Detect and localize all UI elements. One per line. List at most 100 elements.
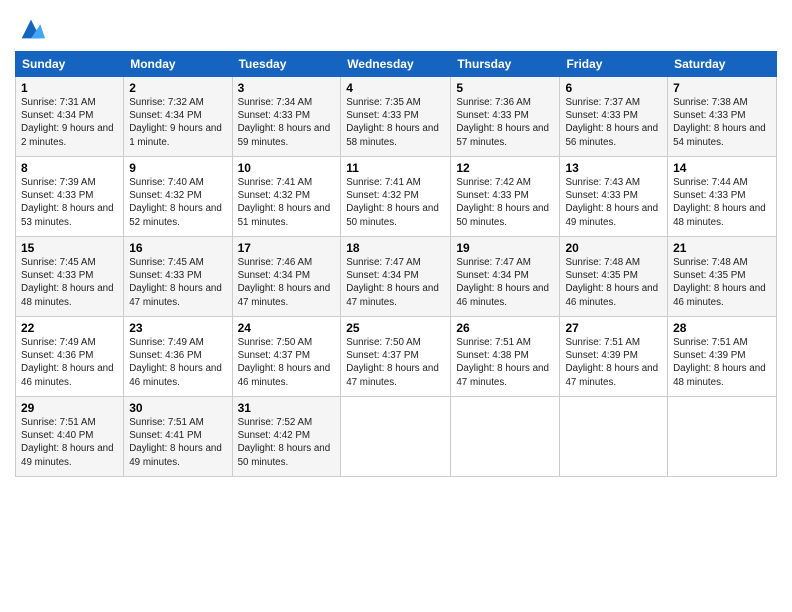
day-info: Sunrise: 7:50 AMSunset: 4:37 PMDaylight:… <box>346 336 445 389</box>
day-number: 21 <box>673 241 771 255</box>
main-container: SundayMondayTuesdayWednesdayThursdayFrid… <box>0 0 792 482</box>
day-number: 19 <box>456 241 554 255</box>
day-cell: 23Sunrise: 7:49 AMSunset: 4:36 PMDayligh… <box>124 317 232 397</box>
day-info: Sunrise: 7:37 AMSunset: 4:33 PMDaylight:… <box>565 96 662 149</box>
day-cell: 14Sunrise: 7:44 AMSunset: 4:33 PMDayligh… <box>668 157 777 237</box>
weekday-tuesday: Tuesday <box>232 52 341 77</box>
day-cell: 3Sunrise: 7:34 AMSunset: 4:33 PMDaylight… <box>232 77 341 157</box>
weekday-wednesday: Wednesday <box>341 52 451 77</box>
day-info: Sunrise: 7:31 AMSunset: 4:34 PMDaylight:… <box>21 96 118 149</box>
day-number: 4 <box>346 81 445 95</box>
day-info: Sunrise: 7:36 AMSunset: 4:33 PMDaylight:… <box>456 96 554 149</box>
day-number: 13 <box>565 161 662 175</box>
day-cell: 1Sunrise: 7:31 AMSunset: 4:34 PMDaylight… <box>16 77 124 157</box>
day-number: 14 <box>673 161 771 175</box>
day-cell: 9Sunrise: 7:40 AMSunset: 4:32 PMDaylight… <box>124 157 232 237</box>
day-info: Sunrise: 7:40 AMSunset: 4:32 PMDaylight:… <box>129 176 226 229</box>
day-info: Sunrise: 7:43 AMSunset: 4:33 PMDaylight:… <box>565 176 662 229</box>
day-cell: 4Sunrise: 7:35 AMSunset: 4:33 PMDaylight… <box>341 77 451 157</box>
day-info: Sunrise: 7:45 AMSunset: 4:33 PMDaylight:… <box>21 256 118 309</box>
day-info: Sunrise: 7:39 AMSunset: 4:33 PMDaylight:… <box>21 176 118 229</box>
day-number: 12 <box>456 161 554 175</box>
day-number: 29 <box>21 401 118 415</box>
day-info: Sunrise: 7:51 AMSunset: 4:39 PMDaylight:… <box>673 336 771 389</box>
day-cell: 26Sunrise: 7:51 AMSunset: 4:38 PMDayligh… <box>451 317 560 397</box>
day-info: Sunrise: 7:47 AMSunset: 4:34 PMDaylight:… <box>456 256 554 309</box>
day-info: Sunrise: 7:47 AMSunset: 4:34 PMDaylight:… <box>346 256 445 309</box>
day-number: 11 <box>346 161 445 175</box>
weekday-sunday: Sunday <box>16 52 124 77</box>
weekday-saturday: Saturday <box>668 52 777 77</box>
weekday-header-row: SundayMondayTuesdayWednesdayThursdayFrid… <box>16 52 777 77</box>
week-row-4: 22 Sunrise: 7:49 AMSunset: 4:36 PMDayligh… <box>16 317 777 397</box>
weekday-thursday: Thursday <box>451 52 560 77</box>
day-cell: 6Sunrise: 7:37 AMSunset: 4:33 PMDaylight… <box>560 77 668 157</box>
day-info: Sunrise: 7:41 AMSunset: 4:32 PMDaylight:… <box>346 176 445 229</box>
day-cell: 2Sunrise: 7:32 AMSunset: 4:34 PMDaylight… <box>124 77 232 157</box>
day-cell: 22Sunrise: 7:49 AMSunset: 4:36 PMDayligh… <box>16 317 124 397</box>
day-info: Sunrise: 7:41 AMSunset: 4:32 PMDaylight:… <box>238 176 336 229</box>
day-number: 27 <box>565 321 662 335</box>
day-cell: 16Sunrise: 7:45 AMSunset: 4:33 PMDayligh… <box>124 237 232 317</box>
day-number: 24 <box>238 321 336 335</box>
day-cell: 5Sunrise: 7:36 AMSunset: 4:33 PMDaylight… <box>451 77 560 157</box>
day-info: Sunrise: 7:44 AMSunset: 4:33 PMDaylight:… <box>673 176 771 229</box>
day-info: Sunrise: 7:50 AMSunset: 4:37 PMDaylight:… <box>238 336 336 389</box>
day-cell: 8Sunrise: 7:39 AMSunset: 4:33 PMDaylight… <box>16 157 124 237</box>
day-cell: 7Sunrise: 7:38 AMSunset: 4:33 PMDaylight… <box>668 77 777 157</box>
day-number: 1 <box>21 81 118 95</box>
day-number: 30 <box>129 401 226 415</box>
day-number: 5 <box>456 81 554 95</box>
day-cell: 12Sunrise: 7:42 AMSunset: 4:33 PMDayligh… <box>451 157 560 237</box>
day-info: Sunrise: 7:49 AMSunset: 4:36 PMDaylight:… <box>129 336 226 389</box>
day-number: 16 <box>129 241 226 255</box>
day-cell: 17Sunrise: 7:46 AMSunset: 4:34 PMDayligh… <box>232 237 341 317</box>
day-number: 9 <box>129 161 226 175</box>
week-row-2: 8Sunrise: 7:39 AMSunset: 4:33 PMDaylight… <box>16 157 777 237</box>
day-cell: 21Sunrise: 7:48 AMSunset: 4:35 PMDayligh… <box>668 237 777 317</box>
day-cell: 30Sunrise: 7:51 AMSunset: 4:41 PMDayligh… <box>124 397 232 477</box>
day-info: Sunrise: 7:38 AMSunset: 4:33 PMDaylight:… <box>673 96 771 149</box>
day-number: 31 <box>238 401 336 415</box>
logo <box>15 15 45 43</box>
day-cell: 19Sunrise: 7:47 AMSunset: 4:34 PMDayligh… <box>451 237 560 317</box>
week-row-3: 15Sunrise: 7:45 AMSunset: 4:33 PMDayligh… <box>16 237 777 317</box>
day-number: 25 <box>346 321 445 335</box>
day-cell <box>560 397 668 477</box>
day-cell: 15Sunrise: 7:45 AMSunset: 4:33 PMDayligh… <box>16 237 124 317</box>
day-info: Sunrise: 7:48 AMSunset: 4:35 PMDaylight:… <box>673 256 771 309</box>
day-cell: 18Sunrise: 7:47 AMSunset: 4:34 PMDayligh… <box>341 237 451 317</box>
header <box>15 10 777 43</box>
week-row-5: 29Sunrise: 7:51 AMSunset: 4:40 PMDayligh… <box>16 397 777 477</box>
day-cell <box>668 397 777 477</box>
day-cell: 25Sunrise: 7:50 AMSunset: 4:37 PMDayligh… <box>341 317 451 397</box>
day-number: 20 <box>565 241 662 255</box>
day-info: Sunrise: 7:45 AMSunset: 4:33 PMDaylight:… <box>129 256 226 309</box>
day-info: Sunrise: 7:51 AMSunset: 4:40 PMDaylight:… <box>21 416 118 469</box>
day-number: 28 <box>673 321 771 335</box>
weekday-monday: Monday <box>124 52 232 77</box>
day-number: 10 <box>238 161 336 175</box>
day-info: Sunrise: 7:35 AMSunset: 4:33 PMDaylight:… <box>346 96 445 149</box>
calendar-table: SundayMondayTuesdayWednesdayThursdayFrid… <box>15 51 777 477</box>
weekday-friday: Friday <box>560 52 668 77</box>
day-info: Sunrise: 7:51 AMSunset: 4:38 PMDaylight:… <box>456 336 554 389</box>
day-number: 26 <box>456 321 554 335</box>
day-cell <box>451 397 560 477</box>
day-cell <box>341 397 451 477</box>
week-row-1: 1Sunrise: 7:31 AMSunset: 4:34 PMDaylight… <box>16 77 777 157</box>
day-cell: 24Sunrise: 7:50 AMSunset: 4:37 PMDayligh… <box>232 317 341 397</box>
day-number: 22 <box>21 321 118 335</box>
day-info: Sunrise: 7:42 AMSunset: 4:33 PMDaylight:… <box>456 176 554 229</box>
day-number: 15 <box>21 241 118 255</box>
day-info: Sunrise: 7:51 AMSunset: 4:39 PMDaylight:… <box>565 336 662 389</box>
day-cell: 10Sunrise: 7:41 AMSunset: 4:32 PMDayligh… <box>232 157 341 237</box>
day-info: Sunrise: 7:51 AMSunset: 4:41 PMDaylight:… <box>129 416 226 469</box>
day-number: 7 <box>673 81 771 95</box>
day-info: Sunrise: 7:48 AMSunset: 4:35 PMDaylight:… <box>565 256 662 309</box>
day-cell: 20Sunrise: 7:48 AMSunset: 4:35 PMDayligh… <box>560 237 668 317</box>
day-info: Sunrise: 7:32 AMSunset: 4:34 PMDaylight:… <box>129 96 226 149</box>
day-info: Sunrise: 7:46 AMSunset: 4:34 PMDaylight:… <box>238 256 336 309</box>
day-number: 6 <box>565 81 662 95</box>
day-number: 8 <box>21 161 118 175</box>
